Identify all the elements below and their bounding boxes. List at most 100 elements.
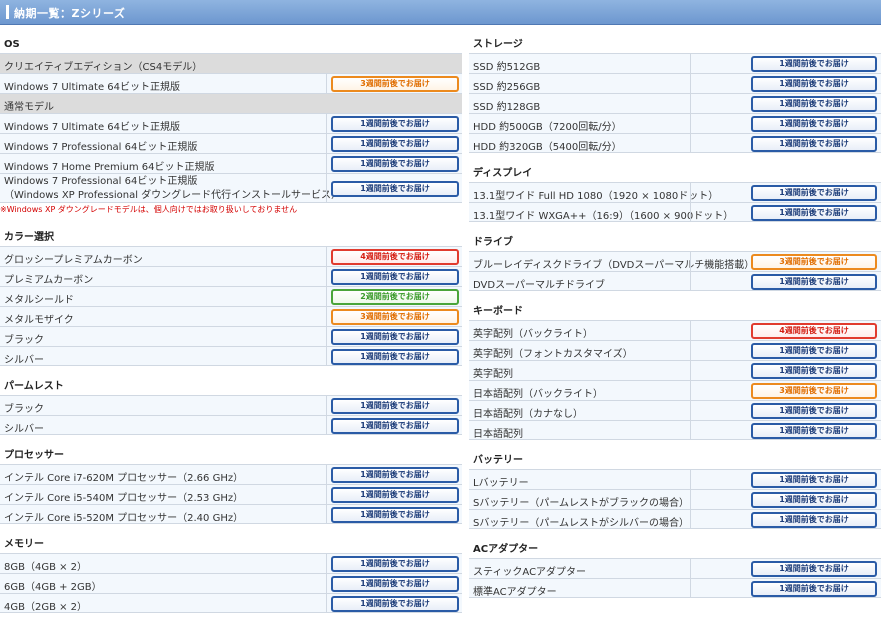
cell-divider [690, 579, 691, 597]
delivery-badge: 1週間前後でお届け [331, 418, 459, 434]
section-header: バッテリー [469, 440, 881, 469]
option-label: 日本語配列（バックライト） [473, 389, 603, 400]
option-label: 13.1型ワイド WXGA++（16:9）（1600 × 900ドット） [473, 211, 734, 222]
option-label: スティックACアダプター [473, 567, 587, 578]
subheading-row: クリエイティブエディション（CS4モデル） [0, 53, 462, 73]
cell-divider [326, 114, 327, 133]
option-row: HDD 約500GB（7200回転/分） 1週間前後でお届け [469, 113, 881, 133]
option-label: インテル Core i5-520M プロセッサー（2.40 GHz） [4, 513, 244, 524]
section-title: ドライブ [473, 237, 513, 248]
section-table: Lバッテリー 1週間前後でお届け Sバッテリー（パームレストがブラックの場合） 1週間… [469, 469, 881, 529]
option-row: DVDスーパーマルチドライブ 1週間前後でお届け [469, 271, 881, 291]
cell-divider [326, 594, 327, 612]
option-row: SSD 約128GB 1週間前後でお届け [469, 93, 881, 113]
section-header: カラー選択 [0, 217, 462, 246]
delivery-badge: 3週間前後でお届け [331, 76, 459, 92]
delivery-badge: 1週間前後でお届け [751, 116, 877, 132]
option-label: DVDスーパーマルチドライブ [473, 280, 605, 291]
delivery-badge: 4週間前後でお届け [751, 323, 877, 339]
section-title: ディスプレイ [473, 168, 533, 179]
cell-divider [326, 416, 327, 434]
delivery-badge: 1週間前後でお届け [751, 423, 877, 439]
option-row: 13.1型ワイド Full HD 1080（1920 × 1080ドット） 1週間… [469, 182, 881, 202]
option-label-line: （Windows XP Professional ダウングレード代行インストール… [4, 190, 341, 201]
cell-divider [690, 74, 691, 93]
option-label: 日本語配列（カナなし） [473, 409, 583, 420]
delivery-badge: 1週間前後でお届け [751, 76, 877, 92]
delivery-badge: 1週間前後でお届け [751, 363, 877, 379]
option-row: インテル Core i5-540M プロセッサー（2.53 GHz） 1週間前後で… [0, 484, 462, 504]
section-title: バッテリー [473, 455, 523, 466]
option-label: 13.1型ワイド Full HD 1080（1920 × 1080ドット） [473, 191, 719, 202]
option-label: 8GB（4GB × 2） [4, 562, 88, 573]
cell-divider [326, 174, 327, 202]
option-label: 通常モデル [4, 102, 54, 113]
delivery-badge: 3週間前後でお届け [331, 309, 459, 325]
option-label: プレミアムカーボン [4, 275, 94, 286]
page-header: 納期一覧：Zシリーズ [0, 0, 881, 25]
option-label: 4GB（2GB × 2） [4, 602, 88, 613]
option-row: 13.1型ワイド WXGA++（16:9）（1600 × 900ドット） 1週間前… [469, 202, 881, 222]
cell-divider [326, 505, 327, 523]
option-label: メタルモザイク [4, 315, 74, 326]
cell-divider [690, 134, 691, 152]
delivery-badge: 3週間前後でお届け [751, 254, 877, 270]
cell-divider [326, 287, 327, 306]
section-header: ディスプレイ [469, 153, 881, 182]
note-text: ※Windows XP ダウングレードモデルは、個人向けではお取り扱いしておりま… [0, 205, 298, 214]
delivery-badge: 1週間前後でお届け [331, 349, 459, 365]
option-row: メタルモザイク 3週間前後でお届け [0, 306, 462, 326]
section-table: 13.1型ワイド Full HD 1080（1920 × 1080ドット） 1週間… [469, 182, 881, 222]
cell-divider [326, 307, 327, 326]
section-title: メモリー [4, 539, 44, 550]
option-label: インテル Core i5-540M プロセッサー（2.53 GHz） [4, 493, 244, 504]
delivery-badge: 1週間前後でお届け [331, 136, 459, 152]
cell-divider [690, 361, 691, 380]
section-title: プロセッサー [4, 450, 64, 461]
subheading-row: 通常モデル [0, 93, 462, 113]
option-label-line: Windows 7 Professional 64ビット正規版 [4, 176, 198, 187]
option-label: ブラック [4, 335, 44, 346]
option-label: HDD 約500GB（7200回転/分） [473, 122, 622, 133]
delivery-badge: 1週間前後でお届け [331, 181, 459, 197]
option-row: ブラック 1週間前後でお届け [0, 326, 462, 346]
option-label: シルバー [4, 424, 44, 435]
option-row: Lバッテリー 1週間前後でお届け [469, 469, 881, 489]
cell-divider [326, 154, 327, 173]
cell-divider [326, 347, 327, 365]
delivery-badge: 1週間前後でお届け [331, 398, 459, 414]
cell-divider [690, 381, 691, 400]
section-table: ブルーレイディスクドライブ（DVDスーパーマルチ機能搭載） 3週間前後でお届け DV… [469, 251, 881, 291]
option-label: Windows 7 Home Premium 64ビット正規版 [4, 162, 215, 173]
delivery-badge: 1週間前後でお届け [751, 274, 877, 290]
delivery-badge: 1週間前後でお届け [331, 556, 459, 572]
cell-divider [326, 396, 327, 415]
section-header: パームレスト [0, 366, 462, 395]
cell-divider [326, 554, 327, 573]
cell-divider [690, 94, 691, 113]
section-header: キーボード [469, 291, 881, 320]
delivery-badge: 1週間前後でお届け [331, 329, 459, 345]
section-header: ストレージ [469, 24, 881, 53]
option-label: SSD 約128GB [473, 102, 541, 113]
delivery-badge: 1週間前後でお届け [751, 472, 877, 488]
section-table: クリエイティブエディション（CS4モデル） Windows 7 Ultimate … [0, 53, 462, 203]
section-table: ブラック 1週間前後でお届け シルバー 1週間前後でお届け [0, 395, 462, 435]
delivery-badge: 1週間前後でお届け [751, 205, 877, 221]
option-row: SSD 約256GB 1週間前後でお届け [469, 73, 881, 93]
note: ※Windows XP ダウングレードモデルは、個人向けではお取り扱いしておりま… [0, 203, 462, 217]
cell-divider [326, 247, 327, 266]
option-row: メタルシールド 2週間前後でお届け [0, 286, 462, 306]
option-row: Windows 7 Home Premium 64ビット正規版 1週間前後でお届け [0, 153, 462, 173]
cell-divider [690, 183, 691, 202]
option-row: HDD 約320GB（5400回転/分） 1週間前後でお届け [469, 133, 881, 153]
cell-divider [690, 54, 691, 73]
option-row: Windows 7 Ultimate 64ビット正規版 3週間前後でお届け [0, 73, 462, 93]
cell-divider [690, 490, 691, 509]
option-label: メタルシールド [4, 295, 74, 306]
option-row: Sバッテリー（パームレストがブラックの場合） 1週間前後でお届け [469, 489, 881, 509]
cell-divider [326, 267, 327, 286]
option-row: 日本語配列（カナなし） 1週間前後でお届け [469, 400, 881, 420]
section-title: キーボード [473, 306, 523, 317]
option-label: Windows 7 Professional 64ビット正規版 （Windows … [4, 175, 341, 203]
